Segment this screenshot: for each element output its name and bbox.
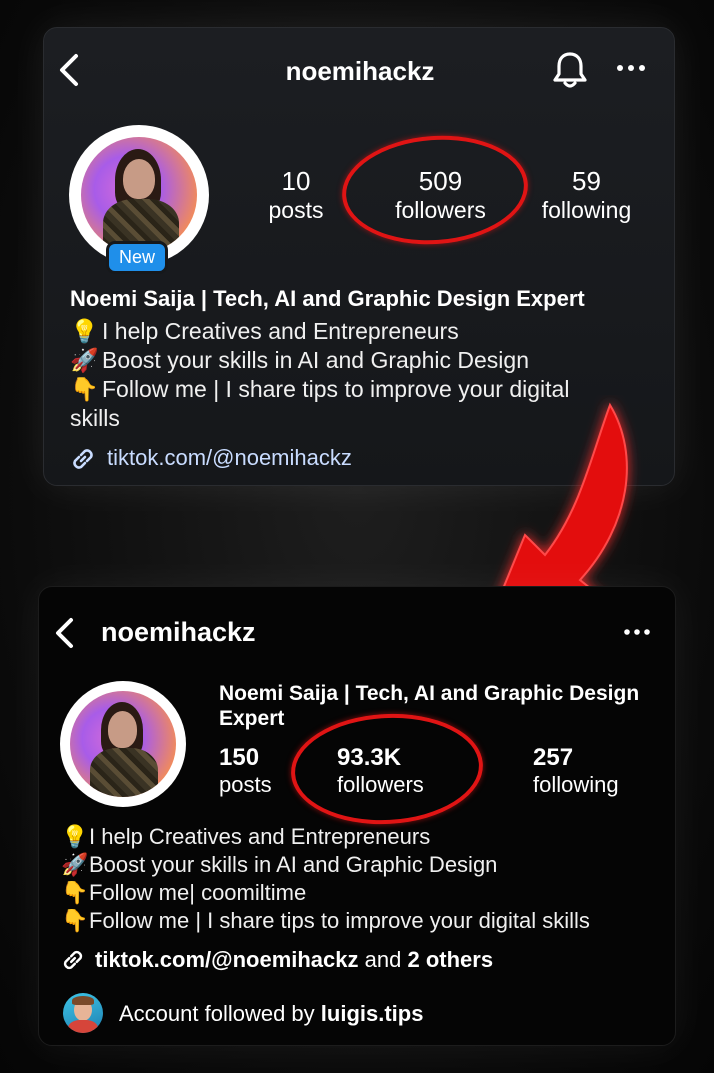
followed-by-text: Account followed by luigis.tips xyxy=(119,1001,423,1027)
bio-line: 💡I help Creatives and Entrepreneurs xyxy=(61,824,430,850)
link-icon xyxy=(73,449,93,469)
bio-line-wrap: skills xyxy=(70,405,120,431)
bell-icon[interactable] xyxy=(552,50,588,90)
display-name-line: Noemi Saija | Tech, AI and Graphic Desig… xyxy=(219,682,640,705)
link-icon xyxy=(63,950,83,970)
profile-links[interactable]: tiktok.com/@noemihackz and 2 others xyxy=(95,947,493,973)
rocket-icon: 🚀 xyxy=(61,852,89,877)
bio-line: 👇Follow me| coomiltime xyxy=(61,880,306,906)
avatar[interactable] xyxy=(60,681,186,807)
rocket-icon: 🚀 xyxy=(70,347,99,373)
back-icon[interactable] xyxy=(53,617,77,649)
bio-line: 👇Follow me | I share tips to improve you… xyxy=(61,908,590,934)
bio-text: Follow me| coomiltime xyxy=(89,880,307,905)
profile-display-name: Noemi Saija | Tech, AI and Graphic Desig… xyxy=(70,286,585,311)
stat-following[interactable]: 257 following xyxy=(533,744,619,798)
stat-label: posts xyxy=(268,197,324,223)
bio-text: Follow me | I share tips to improve your… xyxy=(89,908,590,933)
link-suffix-and: and xyxy=(364,947,402,972)
pointing-down-icon: 👇 xyxy=(70,376,99,402)
lightbulb-icon: 💡 xyxy=(70,318,99,344)
profile-link[interactable]: tiktok.com/@noemihackz xyxy=(107,445,352,471)
stat-posts[interactable]: 10 posts xyxy=(256,166,336,224)
stat-label: following xyxy=(533,772,619,797)
bio-text: Boost your skills in AI and Graphic Desi… xyxy=(89,852,498,877)
pointing-down-icon: 👇 xyxy=(61,880,89,905)
pointing-down-icon: 👇 xyxy=(61,908,89,933)
stat-label: following xyxy=(541,197,632,223)
stat-posts[interactable]: 150 posts xyxy=(219,744,272,798)
stat-value: 257 xyxy=(533,744,574,771)
stat-following[interactable]: 59 following xyxy=(539,166,634,224)
stat-value: 59 xyxy=(572,166,601,196)
follower-avatar[interactable] xyxy=(63,993,103,1033)
link-others[interactable]: 2 others xyxy=(408,947,494,972)
stat-value: 150 xyxy=(219,744,260,771)
bio-text: Boost your skills in AI and Graphic Desi… xyxy=(102,347,529,373)
followed-by-user[interactable]: luigis.tips xyxy=(321,1001,424,1026)
bio-line: 💡I help Creatives and Entrepreneurs xyxy=(70,318,459,345)
profile-username: noemihackz xyxy=(101,617,256,647)
stat-label: posts xyxy=(219,772,272,797)
lightbulb-icon: 💡 xyxy=(61,824,89,849)
new-badge: New xyxy=(106,241,169,274)
more-icon[interactable] xyxy=(623,627,651,637)
stat-value: 10 xyxy=(281,166,311,196)
bio-text: I help Creatives and Entrepreneurs xyxy=(102,318,459,344)
profile-link[interactable]: tiktok.com/@noemihackz xyxy=(95,947,359,972)
avatar-image xyxy=(70,691,176,797)
avatar-image xyxy=(81,137,197,253)
bio-line: 🚀Boost your skills in AI and Graphic Des… xyxy=(70,347,529,374)
bio-text: I help Creatives and Entrepreneurs xyxy=(89,824,431,849)
followed-by-prefix: Account followed by xyxy=(119,1001,315,1026)
more-icon[interactable] xyxy=(616,62,646,74)
bio-line: 🚀Boost your skills in AI and Graphic Des… xyxy=(61,852,497,878)
profile-after-card: noemihackz Noemi Saija | Tech, AI and Gr… xyxy=(38,586,676,1046)
followers-highlight-circle xyxy=(338,129,532,251)
